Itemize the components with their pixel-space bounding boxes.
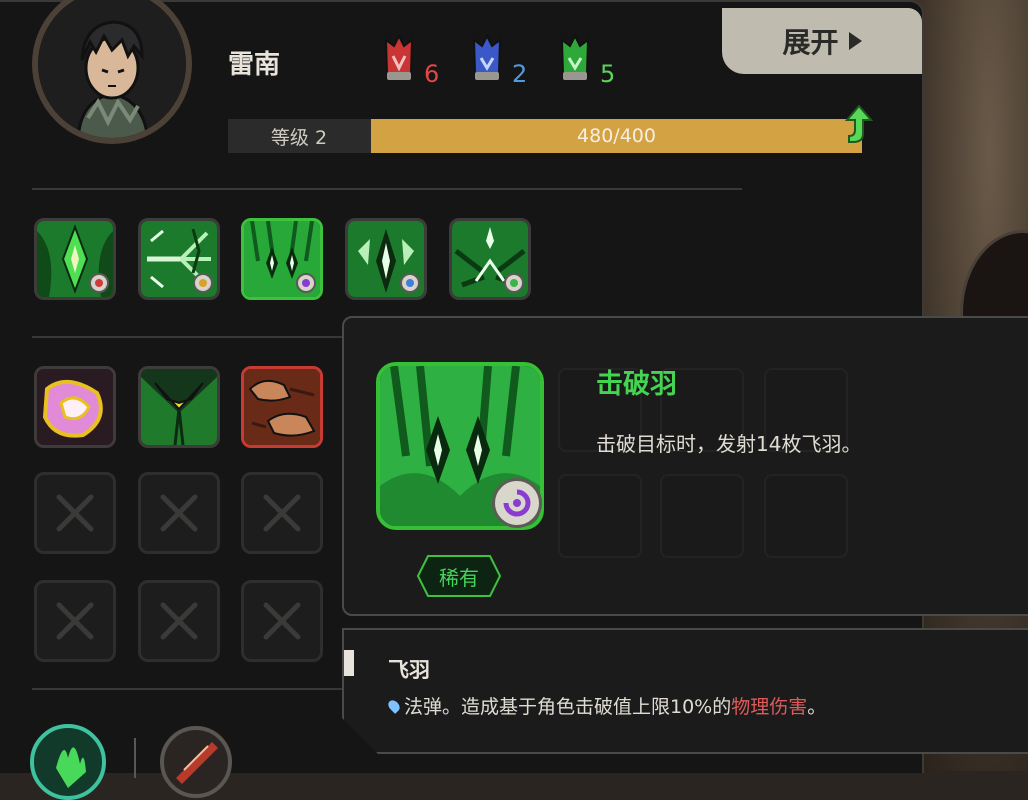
character-portrait[interactable] (32, 0, 192, 144)
keyword-title: 飞羽 (388, 658, 430, 682)
close-icon (56, 602, 94, 640)
empty-slot[interactable] (241, 472, 323, 554)
physical-damage-keyword[interactable]: 物理伤害 (731, 692, 807, 719)
green-gem-count: 5 (600, 60, 616, 88)
divider (134, 738, 136, 778)
level-bar: 等级 2 480/400 (228, 119, 862, 153)
close-icon (56, 494, 94, 532)
close-icon (263, 494, 301, 532)
blue-gem-icon (472, 34, 502, 82)
level-up-arrow-icon[interactable] (845, 104, 873, 144)
skill-tooltip: 稀有 击破羽 击破目标时，发射14枚飞羽。 (342, 316, 1028, 616)
divider (32, 688, 342, 690)
item-slot-3[interactable] (241, 366, 323, 448)
element-badge-icon (400, 273, 420, 293)
level-label: 等级 2 (270, 126, 328, 149)
ghost-slot (764, 474, 848, 558)
equip-green-icon[interactable] (30, 724, 106, 800)
item-slot-2[interactable] (138, 366, 220, 448)
empty-slot[interactable] (34, 580, 116, 662)
skill-slot-5[interactable] (449, 218, 531, 300)
void-element-icon (492, 478, 542, 528)
expand-label: 展开 (782, 26, 839, 59)
skill-slot-2[interactable] (138, 218, 220, 300)
element-badge-icon (504, 273, 524, 293)
element-badge-icon (89, 273, 109, 293)
character-name: 雷南 (228, 50, 281, 80)
red-gem-count: 6 (424, 60, 440, 88)
blue-gem: 2 (472, 34, 527, 86)
skill-slot-4[interactable] (345, 218, 427, 300)
info-marker (344, 650, 354, 676)
skill-description: 击破目标时，发射14枚飞羽。 (596, 432, 862, 456)
red-gem: 6 (384, 34, 439, 86)
element-badge-icon (296, 273, 316, 293)
keyword-info-box: 飞羽 法弹。造成基于角色击破值上限10%的 物理伤害。 (342, 628, 1028, 754)
ghost-slot (558, 474, 642, 558)
play-arrow-icon (848, 32, 862, 50)
element-badge-icon (193, 273, 213, 293)
xp-text: 480/400 (577, 125, 656, 147)
green-gem: 5 (560, 34, 615, 86)
blue-gem-count: 2 (512, 60, 528, 88)
empty-slot[interactable] (138, 472, 220, 554)
empty-slot[interactable] (34, 472, 116, 554)
empty-slot[interactable] (241, 580, 323, 662)
rarity-label: 稀有 (439, 565, 479, 590)
green-gem-icon (560, 34, 590, 82)
keyword-description: 法弹。造成基于角色击破值上限10%的 物理伤害。 (386, 692, 827, 719)
magic-bullet-icon (386, 697, 402, 714)
item-slot-1[interactable] (34, 366, 116, 448)
skill-title: 击破羽 (596, 369, 677, 400)
red-gem-icon (384, 34, 414, 82)
equip-weapon-icon[interactable] (160, 726, 232, 798)
expand-button[interactable]: 展开 (722, 8, 922, 74)
close-icon (160, 602, 198, 640)
rarity-badge: 稀有 (416, 554, 502, 598)
ghost-slot (660, 474, 744, 558)
desc-prefix: 法弹。造成基于角色击破值上限10%的 (404, 696, 732, 718)
close-icon (160, 494, 198, 532)
empty-slot[interactable] (138, 580, 220, 662)
desc-suffix: 。 (807, 696, 827, 718)
divider (32, 188, 742, 190)
skill-slot-1[interactable] (34, 218, 116, 300)
skill-slot-3[interactable] (241, 218, 323, 300)
divider (32, 336, 342, 338)
close-icon (263, 602, 301, 640)
